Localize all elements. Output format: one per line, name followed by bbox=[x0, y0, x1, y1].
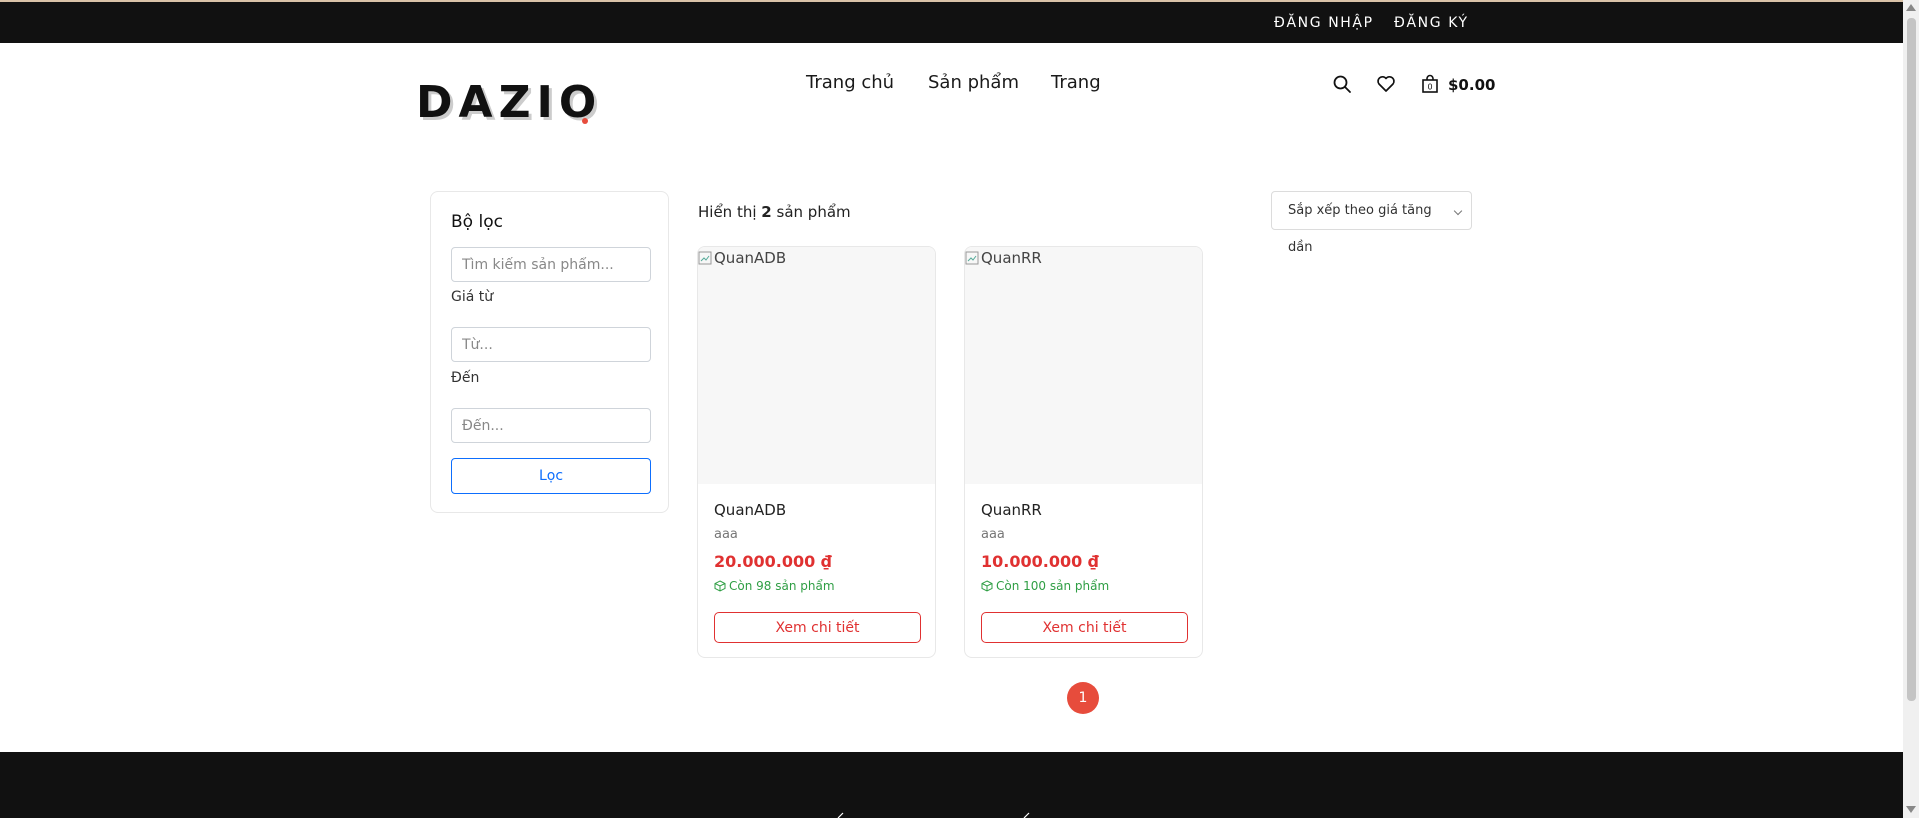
view-details-button[interactable]: Xem chi tiết bbox=[981, 612, 1188, 643]
view-details-button[interactable]: Xem chi tiết bbox=[714, 612, 921, 643]
nav-item-products[interactable]: Sản phẩm bbox=[928, 72, 1019, 93]
login-link[interactable]: ĐĂNG NHẬP bbox=[1274, 15, 1374, 31]
scroll-up-arrow-icon[interactable] bbox=[1906, 4, 1916, 11]
logo[interactable]: DAZIO bbox=[416, 78, 596, 128]
sort-select[interactable]: Sắp xếp theo giá tăng dần bbox=[1271, 191, 1472, 255]
product-price: 10.000.000 ₫ bbox=[981, 552, 1099, 571]
product-card[interactable]: QuanADB QuanADB aaa 20.000.000 ₫ Còn 98 … bbox=[697, 246, 936, 658]
product-name[interactable]: QuanRR bbox=[981, 501, 1042, 519]
heart-icon[interactable] bbox=[1376, 74, 1396, 94]
product-image[interactable]: QuanADB bbox=[698, 247, 935, 484]
price-from-input[interactable] bbox=[451, 327, 651, 362]
cart-icon[interactable]: 0 bbox=[1420, 74, 1440, 94]
price-to-label: Đến bbox=[451, 370, 480, 386]
product-description: aaa bbox=[714, 527, 738, 542]
product-stock: Còn 100 sản phẩm bbox=[981, 579, 1109, 593]
search-icon[interactable] bbox=[1332, 74, 1352, 94]
result-number: 2 bbox=[761, 203, 772, 221]
filter-panel: Bộ lọc Giá từ Đến Lọc bbox=[430, 191, 669, 513]
result-suffix: sản phẩm bbox=[776, 203, 851, 221]
product-name[interactable]: QuanADB bbox=[714, 501, 786, 519]
scroll-down-arrow-icon[interactable] bbox=[1906, 806, 1916, 813]
price-from-label: Giá từ bbox=[451, 289, 494, 305]
footer-cut-off-text bbox=[837, 812, 1030, 818]
pagination-page-1[interactable]: 1 bbox=[1067, 682, 1099, 714]
sort-selected-value: Sắp xếp theo giá tăng dần bbox=[1288, 203, 1432, 255]
product-card[interactable]: QuanRR QuanRR aaa 10.000.000 ₫ Còn 100 s… bbox=[964, 246, 1203, 658]
top-bar: ĐĂNG NHẬP ĐĂNG KÝ bbox=[0, 0, 1903, 43]
product-price: 20.000.000 ₫ bbox=[714, 552, 832, 571]
logo-text: DAZIO bbox=[416, 77, 603, 128]
box-icon bbox=[981, 580, 993, 592]
scrollbar-thumb[interactable] bbox=[1907, 18, 1916, 701]
broken-image-icon bbox=[965, 251, 979, 265]
footer bbox=[0, 752, 1903, 818]
filter-title: Bộ lọc bbox=[451, 212, 503, 232]
image-alt-text: QuanRR bbox=[965, 249, 1042, 267]
broken-image-icon bbox=[698, 251, 712, 265]
product-description: aaa bbox=[981, 527, 1005, 542]
nav-item-home[interactable]: Trang chủ bbox=[806, 72, 894, 93]
register-link[interactable]: ĐĂNG KÝ bbox=[1394, 15, 1469, 31]
result-prefix: Hiển thị bbox=[698, 203, 757, 221]
nav-item-pages[interactable]: Trang bbox=[1051, 72, 1101, 93]
box-icon bbox=[714, 580, 726, 592]
image-alt-text: QuanADB bbox=[698, 249, 786, 267]
logo-dot bbox=[582, 118, 588, 124]
cart-total[interactable]: $0.00 bbox=[1448, 76, 1495, 94]
product-stock: Còn 98 sản phẩm bbox=[714, 579, 835, 593]
product-image[interactable]: QuanRR bbox=[965, 247, 1202, 484]
page: ĐĂNG NHẬP ĐĂNG KÝ DAZIO Trang chủ Sản ph… bbox=[0, 0, 1903, 818]
filter-button[interactable]: Lọc bbox=[451, 458, 651, 494]
search-input[interactable] bbox=[451, 247, 651, 282]
result-count: Hiển thị 2 sản phẩm bbox=[698, 203, 851, 221]
price-to-input[interactable] bbox=[451, 408, 651, 443]
chevron-down-icon bbox=[1453, 206, 1463, 216]
vertical-scrollbar[interactable] bbox=[1903, 0, 1919, 818]
svg-text:0: 0 bbox=[1427, 83, 1432, 92]
